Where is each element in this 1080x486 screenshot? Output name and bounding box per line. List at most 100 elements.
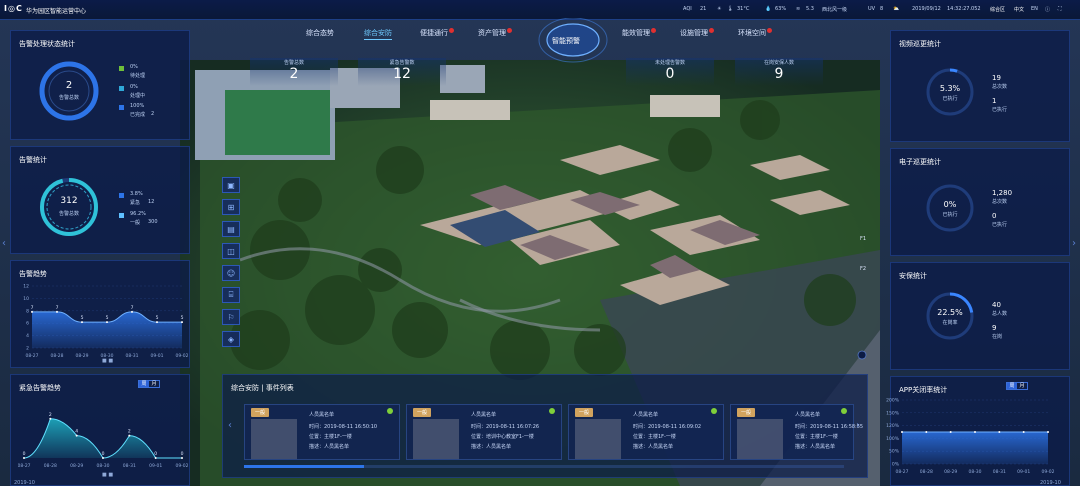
collapse-right-icon[interactable]: › (1072, 238, 1076, 249)
fullscreen-icon[interactable]: ⛶ (1058, 6, 1062, 12)
toggle-month[interactable]: 月 (1017, 383, 1027, 389)
notification-badge (767, 28, 772, 33)
tab-overview[interactable]: 综合态势 (306, 28, 334, 38)
legend-label: 已完成 (130, 112, 146, 118)
e-patrol-total-label: 总次数 (992, 199, 1008, 205)
toggle-month[interactable]: 月 (149, 381, 159, 387)
alarm-status-total-label: 告警总数 (58, 95, 79, 101)
legend-pct: 0% (130, 64, 138, 70)
lang-en-button[interactable]: EN (1031, 6, 1038, 12)
video-patrol-pct: 5.3% (939, 84, 961, 93)
tab-label: 资产管理 (478, 29, 506, 37)
tab-environment[interactable]: 环境空间 (738, 28, 772, 38)
data-point (75, 434, 78, 437)
legend-swatch (119, 66, 124, 71)
y-tick-label: 0% (892, 462, 900, 468)
data-label: 5 (81, 315, 84, 321)
event-thumbnail (413, 419, 459, 459)
status-dot (711, 408, 717, 414)
toggle-week[interactable]: 周 (1007, 383, 1017, 389)
tab-label: 便捷通行 (420, 29, 448, 37)
data-point (154, 457, 157, 459)
alarm-stats-ring (40, 178, 98, 236)
collapse-left-icon[interactable]: ‹ (2, 238, 6, 249)
legend-pct: 100% (130, 103, 145, 109)
y-tick-label: 100% (886, 436, 900, 442)
wind-value: 5.3 (806, 6, 814, 12)
toolbar-camera-icon[interactable]: ▣ (222, 177, 240, 193)
data-point (128, 434, 131, 437)
toolbar-patrol-icon[interactable]: ⚐ (222, 309, 240, 325)
data-point (1022, 431, 1025, 433)
tab-energy[interactable]: 能效管理 (622, 28, 656, 38)
humidity-icon: 💧 (765, 6, 772, 12)
x-tick-label: 08-31 (993, 469, 1006, 475)
event-card[interactable]: 一般 人员黑名单 时间：2019-08-11 16:58:55 位置：主楼1F-… (730, 404, 863, 460)
pagination-dots[interactable]: ■ ■ (102, 358, 113, 364)
event-card[interactable]: 一般 人员黑名单 时间：2019-08-11 16:07:26 位置：培训中心教… (406, 404, 562, 460)
tab-facilities[interactable]: 设施管理 (680, 28, 714, 38)
event-time: 时间：2019-08-11 16:58:55 (795, 424, 864, 430)
tab-warning[interactable]: 智能预警 (552, 36, 580, 46)
data-label: 5 (156, 315, 159, 321)
data-point (102, 457, 104, 459)
events-prev-icon[interactable]: ‹ (228, 420, 232, 431)
toolbar-alarm-icon[interactable]: ◈ (222, 331, 240, 347)
event-card[interactable]: 一般 人员黑名单 时间：2019-08-11 16:50:10 位置：主楼1F-… (244, 404, 400, 460)
y-tick-label: 120% (886, 423, 900, 429)
y-tick-label: 200% (886, 398, 900, 404)
toolbar-gate-icon[interactable]: ⊞ (222, 199, 240, 215)
event-card[interactable]: 一般 人员黑名单 时间：2019-08-11 16:09:02 位置：主楼1F-… (568, 404, 724, 460)
urgent-trend-toggle[interactable]: 周月 (138, 380, 160, 388)
stat-urgent-alarms: 紧急告警数 12 (358, 58, 446, 86)
events-scrollbar[interactable] (244, 465, 364, 468)
x-tick-label: 09-01 (1017, 469, 1030, 475)
legend-swatch (119, 86, 124, 91)
legend-count: 300 (148, 219, 158, 225)
event-time: 时间：2019-08-11 16:50:10 (309, 424, 378, 430)
x-tick-label: 08-30 (968, 469, 981, 475)
tab-label: 能效管理 (622, 29, 650, 37)
event-desc: 描述：人员黑名单 (471, 444, 512, 450)
notification-badge (507, 28, 512, 33)
app-close-toggle[interactable]: 周月 (1006, 382, 1028, 390)
x-tick-label: 08-27 (25, 353, 38, 359)
stat-label: 告警总数 (283, 60, 304, 66)
tab-access[interactable]: 便捷通行 (420, 28, 454, 38)
event-tag: 一般 (737, 408, 756, 417)
stat-value: 0 (665, 66, 675, 82)
legend-count: 2 (151, 111, 155, 117)
notification-badge (651, 28, 656, 33)
data-point (901, 431, 903, 433)
data-point (131, 310, 133, 313)
toolbar-fence-icon[interactable]: ⌸ (222, 287, 240, 303)
e-patrol-done: 0 (992, 212, 997, 220)
user-zone[interactable]: 综合区 (990, 6, 1005, 13)
security-total-label: 总人数 (992, 311, 1008, 317)
toolbar-door-icon[interactable]: ▤ (222, 221, 240, 237)
tab-label: 综合安防 (364, 29, 392, 37)
x-tick-label: 09-02 (175, 353, 188, 359)
data-label: 0 (23, 451, 26, 457)
toolbar-person-icon[interactable]: ☺ (222, 265, 240, 281)
video-patrol-total: 19 (992, 74, 1001, 82)
event-location: 位置：主楼1F-一楼 (795, 434, 838, 440)
tab-assets[interactable]: 资产管理 (478, 28, 512, 38)
security-done-label: 在岗 (992, 334, 1003, 340)
legend-label: 处理中 (130, 93, 146, 99)
data-label: 2 (128, 429, 131, 435)
panel-title: 告警处理状态统计 (19, 40, 75, 48)
pagination-dots[interactable]: ■ ■ (102, 472, 113, 478)
toggle-week[interactable]: 周 (139, 381, 149, 387)
panel-alarm-status: 告警处理状态统计 (10, 30, 190, 140)
toolbar-vehicle-icon[interactable]: ◫ (222, 243, 240, 259)
tab-security[interactable]: 综合安防 (364, 28, 392, 40)
tab-label: 设施管理 (680, 29, 708, 37)
stat-unhandled-alarms: 未处理告警数 0 (626, 58, 714, 86)
uv-label: UV (868, 6, 876, 12)
event-thumbnail (251, 419, 297, 459)
lang-zh-button[interactable]: 中文 (1014, 6, 1024, 13)
help-icon[interactable]: ⓘ (1045, 6, 1050, 13)
y-tick-label: 2 (26, 346, 29, 352)
data-point (998, 431, 1001, 433)
